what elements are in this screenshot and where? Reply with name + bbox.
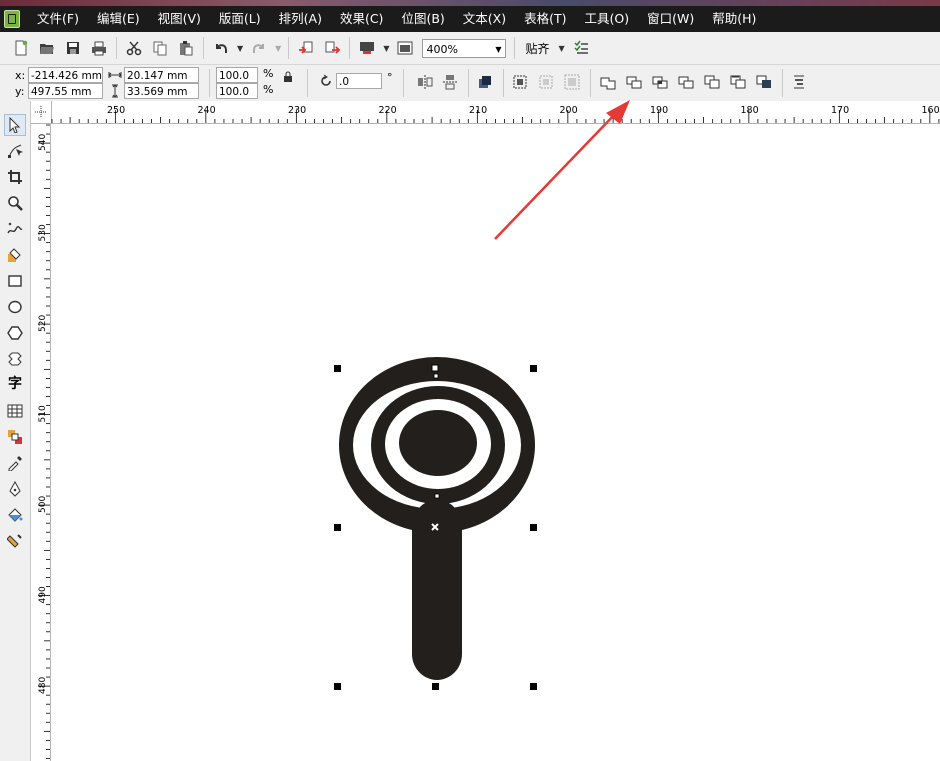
ruler-top-label: 200 — [560, 105, 578, 116]
selection-handle-bottom-left[interactable] — [334, 683, 341, 690]
selection-handle-bottom-right[interactable] — [530, 683, 537, 690]
ruler-top-label: 250 — [107, 105, 125, 116]
ruler-top-label: 210 — [469, 105, 487, 116]
ruler-left-label: 510 — [38, 405, 48, 422]
canvas-overlay: 250 240 230 220 210 200 190 180 170 160 540 530 520… — [38, 100, 940, 759]
ruler-top-label: 180 — [741, 105, 759, 116]
selection-handle-top-center[interactable] — [431, 364, 439, 372]
ruler-left-label: 530 — [38, 224, 48, 241]
ruler-left-label: 500 — [38, 496, 48, 513]
selection-handle-top-right[interactable] — [530, 365, 537, 372]
magnifier-center-dot — [399, 410, 477, 476]
selection-handle-mid-left[interactable] — [334, 524, 341, 531]
ruler-left-label: 540 — [38, 134, 48, 151]
selection-handle-mid-right[interactable] — [530, 524, 537, 531]
magnifier-drawing[interactable] — [339, 357, 535, 680]
selection-handle-top-left[interactable] — [334, 365, 341, 372]
red-arrow-annotation — [494, 100, 630, 240]
ruler-top-label: 240 — [198, 105, 216, 116]
node-handle-bottom[interactable] — [434, 493, 440, 499]
node-handle-top[interactable] — [433, 373, 439, 379]
ruler-top-label: 160 — [922, 105, 940, 116]
ruler-top-label: 220 — [379, 105, 397, 116]
ruler-left-label: 480 — [38, 677, 48, 694]
ruler-top-label: 190 — [650, 105, 668, 116]
ruler-left-ticks: 540 530 520 510 500 490 480 — [38, 124, 50, 759]
ruler-top-label: 230 — [288, 105, 306, 116]
ruler-top-ticks: 250 240 230 220 210 200 190 180 170 160 — [51, 105, 940, 123]
ruler-top-label: 170 — [831, 105, 849, 116]
ruler-left-label: 520 — [38, 315, 48, 332]
selection-handle-bottom-center[interactable] — [432, 683, 439, 690]
ruler-left-label: 490 — [38, 586, 48, 603]
